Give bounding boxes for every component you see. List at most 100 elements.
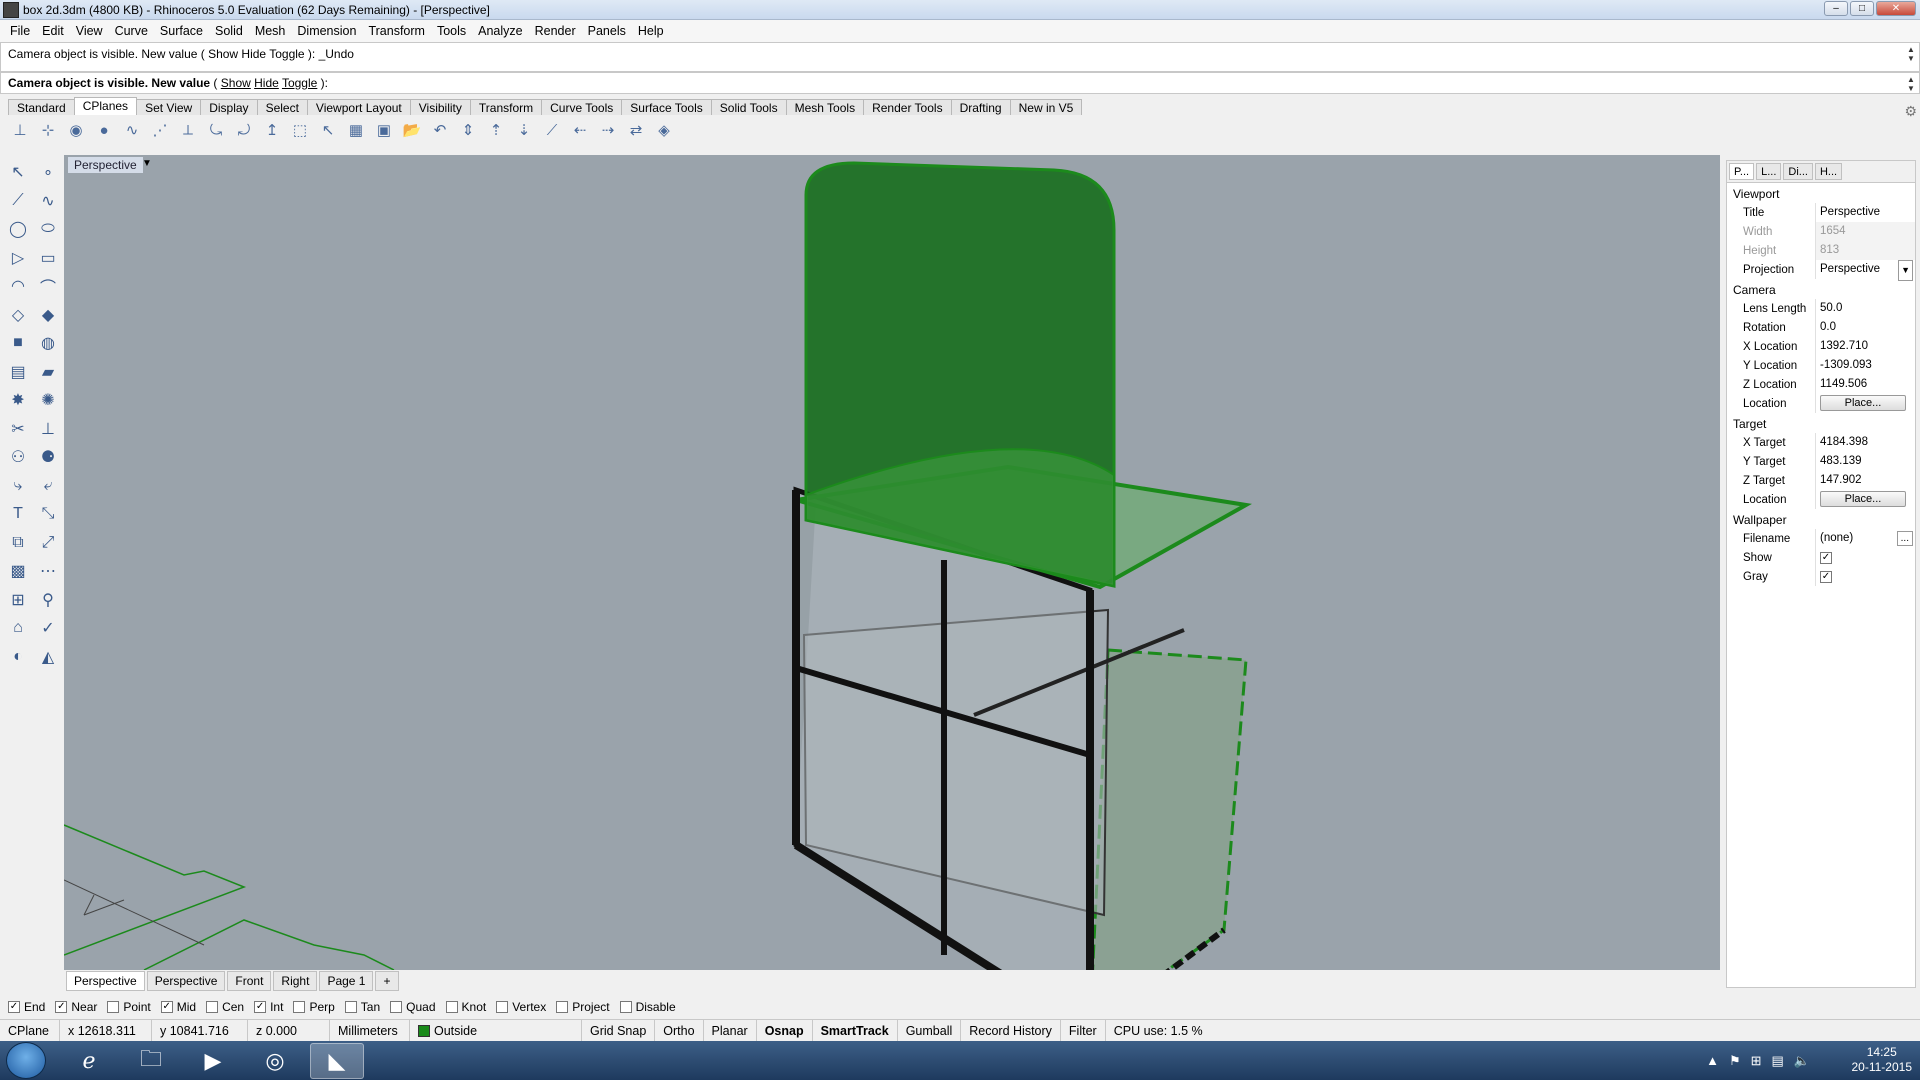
windows-icon[interactable]: ⊞ [1751,1053,1762,1069]
boolean-union-icon[interactable]: ◍ [34,329,62,358]
extrude-solid-icon[interactable]: ▤ [4,358,32,387]
menu-tools[interactable]: Tools [431,24,472,38]
show-wallpaper-checkbox[interactable]: ✓ [1820,552,1832,564]
ungroup-icon[interactable]: ⚈ [34,443,62,472]
cplane-pointer-icon[interactable]: ↖ [316,118,340,142]
osnap-vertex-checkbox[interactable] [496,1001,509,1013]
windows-start-button[interactable] [6,1042,46,1079]
menu-panels[interactable]: Panels [582,24,632,38]
osnap-near-checkbox[interactable]: ✓ [55,1001,68,1013]
tab-new-in-v5[interactable]: New in V5 [1009,99,1083,115]
viewport-tab-perspective-1[interactable]: Perspective [66,971,145,991]
tab-cplanes[interactable]: CPlanes [73,97,138,115]
menu-surface[interactable]: Surface [154,24,209,38]
cplane-left-right-icon[interactable]: ⇄ [624,118,648,142]
tab-standard[interactable]: Standard [8,99,75,115]
file-explorer-icon[interactable]: 🗀 [124,1043,178,1079]
material-icon[interactable]: ◭ [34,643,62,672]
menu-analyze[interactable]: Analyze [472,24,528,38]
group-icon[interactable]: ⚇ [4,443,32,472]
osnap-perp[interactable]: Perp [293,1000,335,1014]
prop-x-location-field[interactable]: 1392.710 [1815,337,1915,356]
menu-help[interactable]: Help [632,24,670,38]
fillet-curve-icon[interactable]: ⌒ [34,272,62,301]
volume-icon[interactable]: 🔈 [1794,1053,1810,1069]
maximize-button[interactable]: □ [1850,1,1874,16]
tab-display[interactable]: Display [200,99,258,115]
osnap-cen[interactable]: Cen [206,1000,244,1014]
polygon-icon[interactable]: ▷ [4,244,32,273]
prop-title-field[interactable]: Perspective [1815,203,1915,222]
menu-view[interactable]: View [70,24,109,38]
tab-curve-tools[interactable]: Curve Tools [541,99,623,115]
cplane-curve-icon[interactable]: ∿ [120,118,144,142]
action-center-flag-icon[interactable]: ⚑ [1729,1053,1741,1069]
osnap-point-checkbox[interactable] [107,1001,120,1013]
osnap-project-checkbox[interactable] [556,1001,569,1013]
viewport-tab-front[interactable]: Front [227,971,272,991]
osnap-mid-checkbox[interactable]: ✓ [160,1001,173,1013]
osnap-disable-checkbox[interactable] [619,1001,632,1013]
cplane-next-icon[interactable]: ⇢ [596,118,620,142]
viewport-title[interactable]: Perspective [68,157,143,173]
circle-icon[interactable]: ◯ [4,215,32,244]
viewport-menu-arrow-icon[interactable]: ▼ [142,158,152,169]
gumball-toggle[interactable]: Gumball [898,1019,962,1042]
osnap-near[interactable]: ✓ Near [55,1000,97,1014]
osnap-knot[interactable]: Knot [445,1000,486,1014]
osnap-int-checkbox[interactable]: ✓ [254,1001,267,1013]
curve-icon[interactable]: ∿ [34,187,62,216]
prompt-scroll[interactable]: ▲ ▼ [1905,75,1917,93]
cplane-undo-icon[interactable]: ↶ [428,118,452,142]
prop-rotation-field[interactable]: 0.0 [1815,318,1915,337]
tab-transform[interactable]: Transform [469,99,543,115]
properties-icon[interactable]: ⌂ [4,614,32,643]
cplane-z-icon[interactable]: ↥ [260,118,284,142]
status-layer[interactable]: Outside [410,1019,582,1042]
network-icon[interactable]: ▤ [1772,1053,1784,1069]
cplane-rotate-y-icon[interactable]: ⤾ [232,118,256,142]
cplane-sphere-icon[interactable]: ● [92,118,116,142]
tab-drafting[interactable]: Drafting [950,99,1011,115]
cplane-save-icon[interactable]: ▣ [372,118,396,142]
planar-surface-icon[interactable]: ▰ [34,358,62,387]
menu-mesh[interactable]: Mesh [249,24,292,38]
menu-solid[interactable]: Solid [209,24,249,38]
prop-y-target-field[interactable]: 483.139 [1815,452,1915,471]
osnap-vertex[interactable]: Vertex [496,1000,546,1014]
array-icon[interactable]: ⊞ [4,586,32,615]
option-show[interactable]: Show [221,76,251,90]
text-icon[interactable]: T [4,500,32,529]
chrome-icon[interactable]: ◎ [248,1043,302,1079]
tab-set-view[interactable]: Set View [136,99,202,115]
osnap-knot-checkbox[interactable] [445,1001,458,1013]
cplane-named-icon[interactable]: ◈ [652,118,676,142]
command-prompt[interactable]: Camera object is visible. New value ( Sh… [0,72,1920,94]
cplane-tilt-icon[interactable]: ⟋ [540,118,564,142]
viewport-tab-page-1[interactable]: Page 1 [319,971,374,991]
command-history[interactable]: Camera object is visible. New value ( Sh… [0,42,1920,72]
rhino-taskbar-icon[interactable]: ◣ [310,1043,364,1079]
cplane-top-icon[interactable]: ⊥ [8,118,32,142]
menu-curve[interactable]: Curve [109,24,154,38]
menu-edit[interactable]: Edit [36,24,70,38]
explode-icon[interactable]: ✺ [34,386,62,415]
prop-z-target-field[interactable]: 147.902 [1815,471,1915,490]
option-hide[interactable]: Hide [254,76,279,90]
tab-solid-tools[interactable]: Solid Tools [710,99,787,115]
clock[interactable]: 14:25 20-11-2015 [1852,1045,1913,1075]
surface-corner-icon[interactable]: ◇ [4,301,32,330]
tab-render-tools[interactable]: Render Tools [863,99,952,115]
chevron-down-icon[interactable]: ▼ [1898,260,1913,281]
prop-x-target-field[interactable]: 4184.398 [1815,433,1915,452]
option-toggle[interactable]: Toggle [282,76,317,90]
menu-transform[interactable]: Transform [362,24,431,38]
prop-z-location-field[interactable]: 1149.506 [1815,375,1915,394]
internet-explorer-icon[interactable]: ℯ [62,1043,116,1079]
cplane-object-icon[interactable]: ◉ [64,118,88,142]
perspective-viewport[interactable]: Perspective ▼ [64,155,1720,970]
transform-icon[interactable]: ⧉ [4,529,32,558]
add-viewport-tab-button[interactable]: + [375,971,399,991]
split-icon[interactable]: ⊥ [34,415,62,444]
offset-icon[interactable]: ⤶ [34,472,62,501]
